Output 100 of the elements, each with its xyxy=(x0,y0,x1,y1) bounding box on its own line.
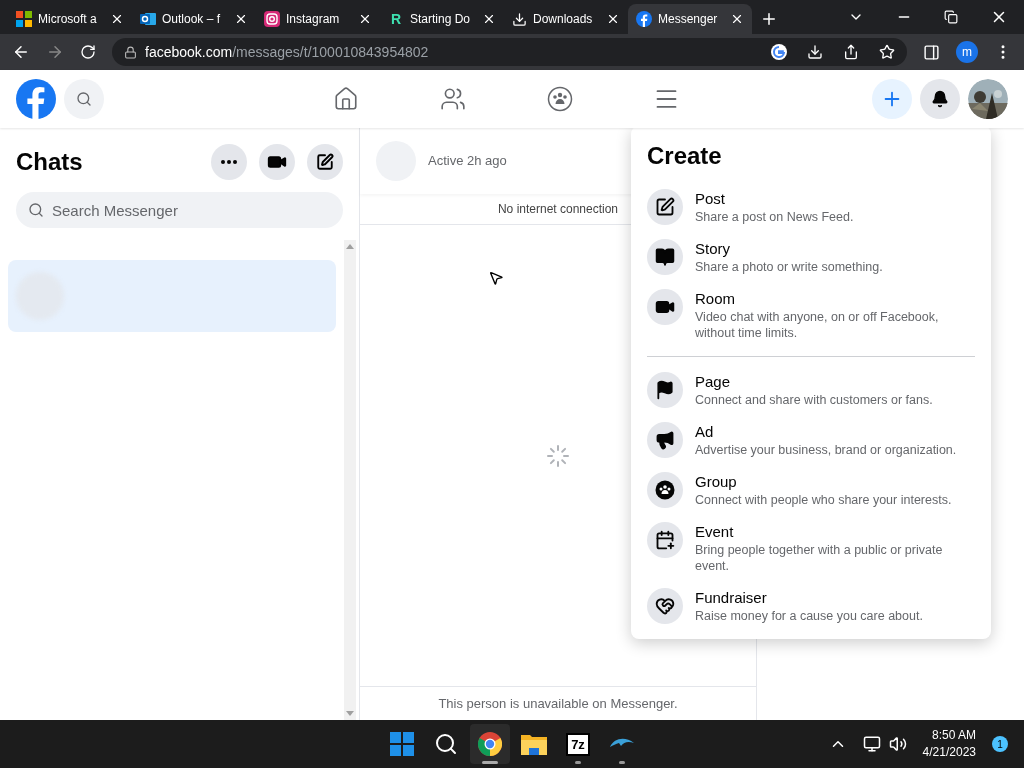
menu-item[interactable]: Story Share a photo or write something. xyxy=(647,232,975,282)
network-icon[interactable] xyxy=(862,735,881,753)
tab-title: Messenger xyxy=(658,11,718,28)
create-button[interactable] xyxy=(872,79,912,119)
bell-icon xyxy=(931,90,949,108)
group-icon xyxy=(655,480,675,500)
facebook-logo-icon[interactable] xyxy=(16,79,56,119)
menu-item-description: Video chat with anyone, on or off Facebook, without time limits. xyxy=(695,309,940,341)
megaphone-icon xyxy=(655,430,675,450)
tab-title: Starting Do xyxy=(410,11,470,28)
edit-icon xyxy=(316,153,334,171)
browser-tab[interactable]: R Starting Do xyxy=(380,4,504,34)
menu-item-title: Room xyxy=(695,289,736,309)
install-icon[interactable] xyxy=(807,44,823,60)
unavailable-notice: This person is unavailable on Messenger. xyxy=(438,694,678,713)
menu-item-description: Advertise your business, brand or organization. xyxy=(695,442,957,458)
menu-item-title: Group xyxy=(695,472,738,492)
notifications-button[interactable] xyxy=(920,79,960,119)
close-icon[interactable] xyxy=(730,12,744,26)
menu-item[interactable]: Fundraiser Raise money for a cause you care about. xyxy=(647,581,975,631)
menu-item-description: Share a photo or write something. xyxy=(695,259,883,275)
volume-icon[interactable] xyxy=(888,735,907,753)
active-status: Active 2h ago xyxy=(428,152,507,171)
side-panel-icon[interactable] xyxy=(923,43,940,61)
menu-item-description: Raise money for a cause you care about. xyxy=(695,608,923,624)
search-icon xyxy=(434,732,458,756)
menu-item[interactable]: Room Video chat with anyone, on or off Facebook, without time limits. xyxy=(647,282,975,348)
browser-tab[interactable]: Messenger xyxy=(628,4,752,34)
profile-avatar[interactable]: m xyxy=(956,41,978,63)
close-icon[interactable] xyxy=(358,12,372,26)
search-field[interactable]: Search Messenger xyxy=(16,192,343,228)
menu-item-description: Bring people together with a public or private event. xyxy=(695,542,944,574)
notification-badge[interactable]: 1 xyxy=(992,736,1008,752)
more-icon xyxy=(221,160,237,164)
browser-tab[interactable]: Downloads xyxy=(504,4,628,34)
taskbar-app[interactable]: 7z xyxy=(558,724,598,764)
folder-icon xyxy=(521,733,547,755)
app-logo: 7z xyxy=(566,732,590,756)
browser-tab[interactable]: Instagram xyxy=(256,4,380,34)
tab-title: Downloads xyxy=(533,11,593,28)
new-message-button[interactable] xyxy=(307,144,343,180)
url-text: facebook.com/messages/t/100010843954802 xyxy=(145,42,429,62)
new-tab-icon[interactable] xyxy=(760,10,778,28)
mouse-cursor-icon xyxy=(488,270,504,286)
flag-icon xyxy=(655,380,675,400)
reload-icon[interactable] xyxy=(80,44,96,60)
tab-title: Instagram xyxy=(286,11,340,28)
address-field[interactable]: facebook.com/messages/t/100010843954802 xyxy=(112,38,907,66)
share-icon[interactable] xyxy=(843,44,859,60)
group-icon xyxy=(546,86,573,112)
close-icon[interactable] xyxy=(606,12,620,26)
restore-icon[interactable] xyxy=(944,10,958,24)
menu-item[interactable]: Event Bring people together with a public or private event. xyxy=(647,515,975,581)
date-text: 4/21/2023 xyxy=(922,744,976,761)
chats-heading: Chats xyxy=(16,147,84,177)
close-icon[interactable] xyxy=(482,12,496,26)
search-icon xyxy=(76,91,92,107)
time-text: 8:50 AM xyxy=(931,727,976,744)
menu-item[interactable]: Ad Advertise your business, brand or organization. xyxy=(647,415,975,465)
menu-item-title: Post xyxy=(695,189,726,209)
menu-item-description: Connect and share with customers or fans. xyxy=(695,392,933,408)
menu-heading: Create xyxy=(647,141,723,171)
clock[interactable]: 8:50 AM 4/21/2023 xyxy=(922,727,976,761)
search-button[interactable] xyxy=(64,79,104,119)
book-icon xyxy=(655,247,675,267)
menu-item-title: Ad xyxy=(695,422,715,442)
bookmark-star-icon[interactable] xyxy=(879,44,895,60)
menu-item[interactable]: Page Connect and share with customers or fans. xyxy=(647,365,975,415)
camera-icon xyxy=(264,11,280,27)
options-button[interactable] xyxy=(211,144,247,180)
menu-item-description: Share a post on News Feed. xyxy=(695,209,854,225)
forward-icon[interactable] xyxy=(46,43,64,61)
calendar-icon xyxy=(655,530,675,550)
home-icon xyxy=(332,86,359,112)
browser-tab[interactable]: Outlook – f xyxy=(132,4,256,34)
facebook-logo-icon xyxy=(636,11,652,27)
menu-item-title: Fundraiser xyxy=(695,588,768,608)
new-room-button[interactable] xyxy=(259,144,295,180)
people-icon xyxy=(439,86,466,112)
tab-title: Outlook – f xyxy=(162,11,221,28)
browser-tab[interactable]: Microsoft a xyxy=(8,4,132,34)
chrome-logo-icon xyxy=(478,732,502,756)
windows-logo-icon xyxy=(390,732,414,756)
menu-item[interactable]: Post Share a post on News Feed. xyxy=(647,182,975,232)
menu-item-description: Connect with people who share your interests. xyxy=(695,492,952,508)
menu-item-title: Page xyxy=(695,372,732,392)
search-icon xyxy=(28,202,44,218)
taskbar-app[interactable] xyxy=(470,724,510,764)
close-icon[interactable] xyxy=(110,12,124,26)
close-icon[interactable] xyxy=(234,12,248,26)
lock-icon xyxy=(124,45,137,59)
back-icon[interactable] xyxy=(12,43,30,61)
loading-spinner-icon xyxy=(546,443,570,468)
envelope-icon xyxy=(140,11,156,27)
connection-status-text: No internet connection xyxy=(497,201,619,218)
edit-icon xyxy=(655,197,675,217)
tab-title: Microsoft a xyxy=(38,11,97,28)
menu-item-title: Event xyxy=(695,522,735,542)
menu-item[interactable]: Group Connect with people who share your interests. xyxy=(647,465,975,515)
google-logo-icon xyxy=(771,44,787,60)
